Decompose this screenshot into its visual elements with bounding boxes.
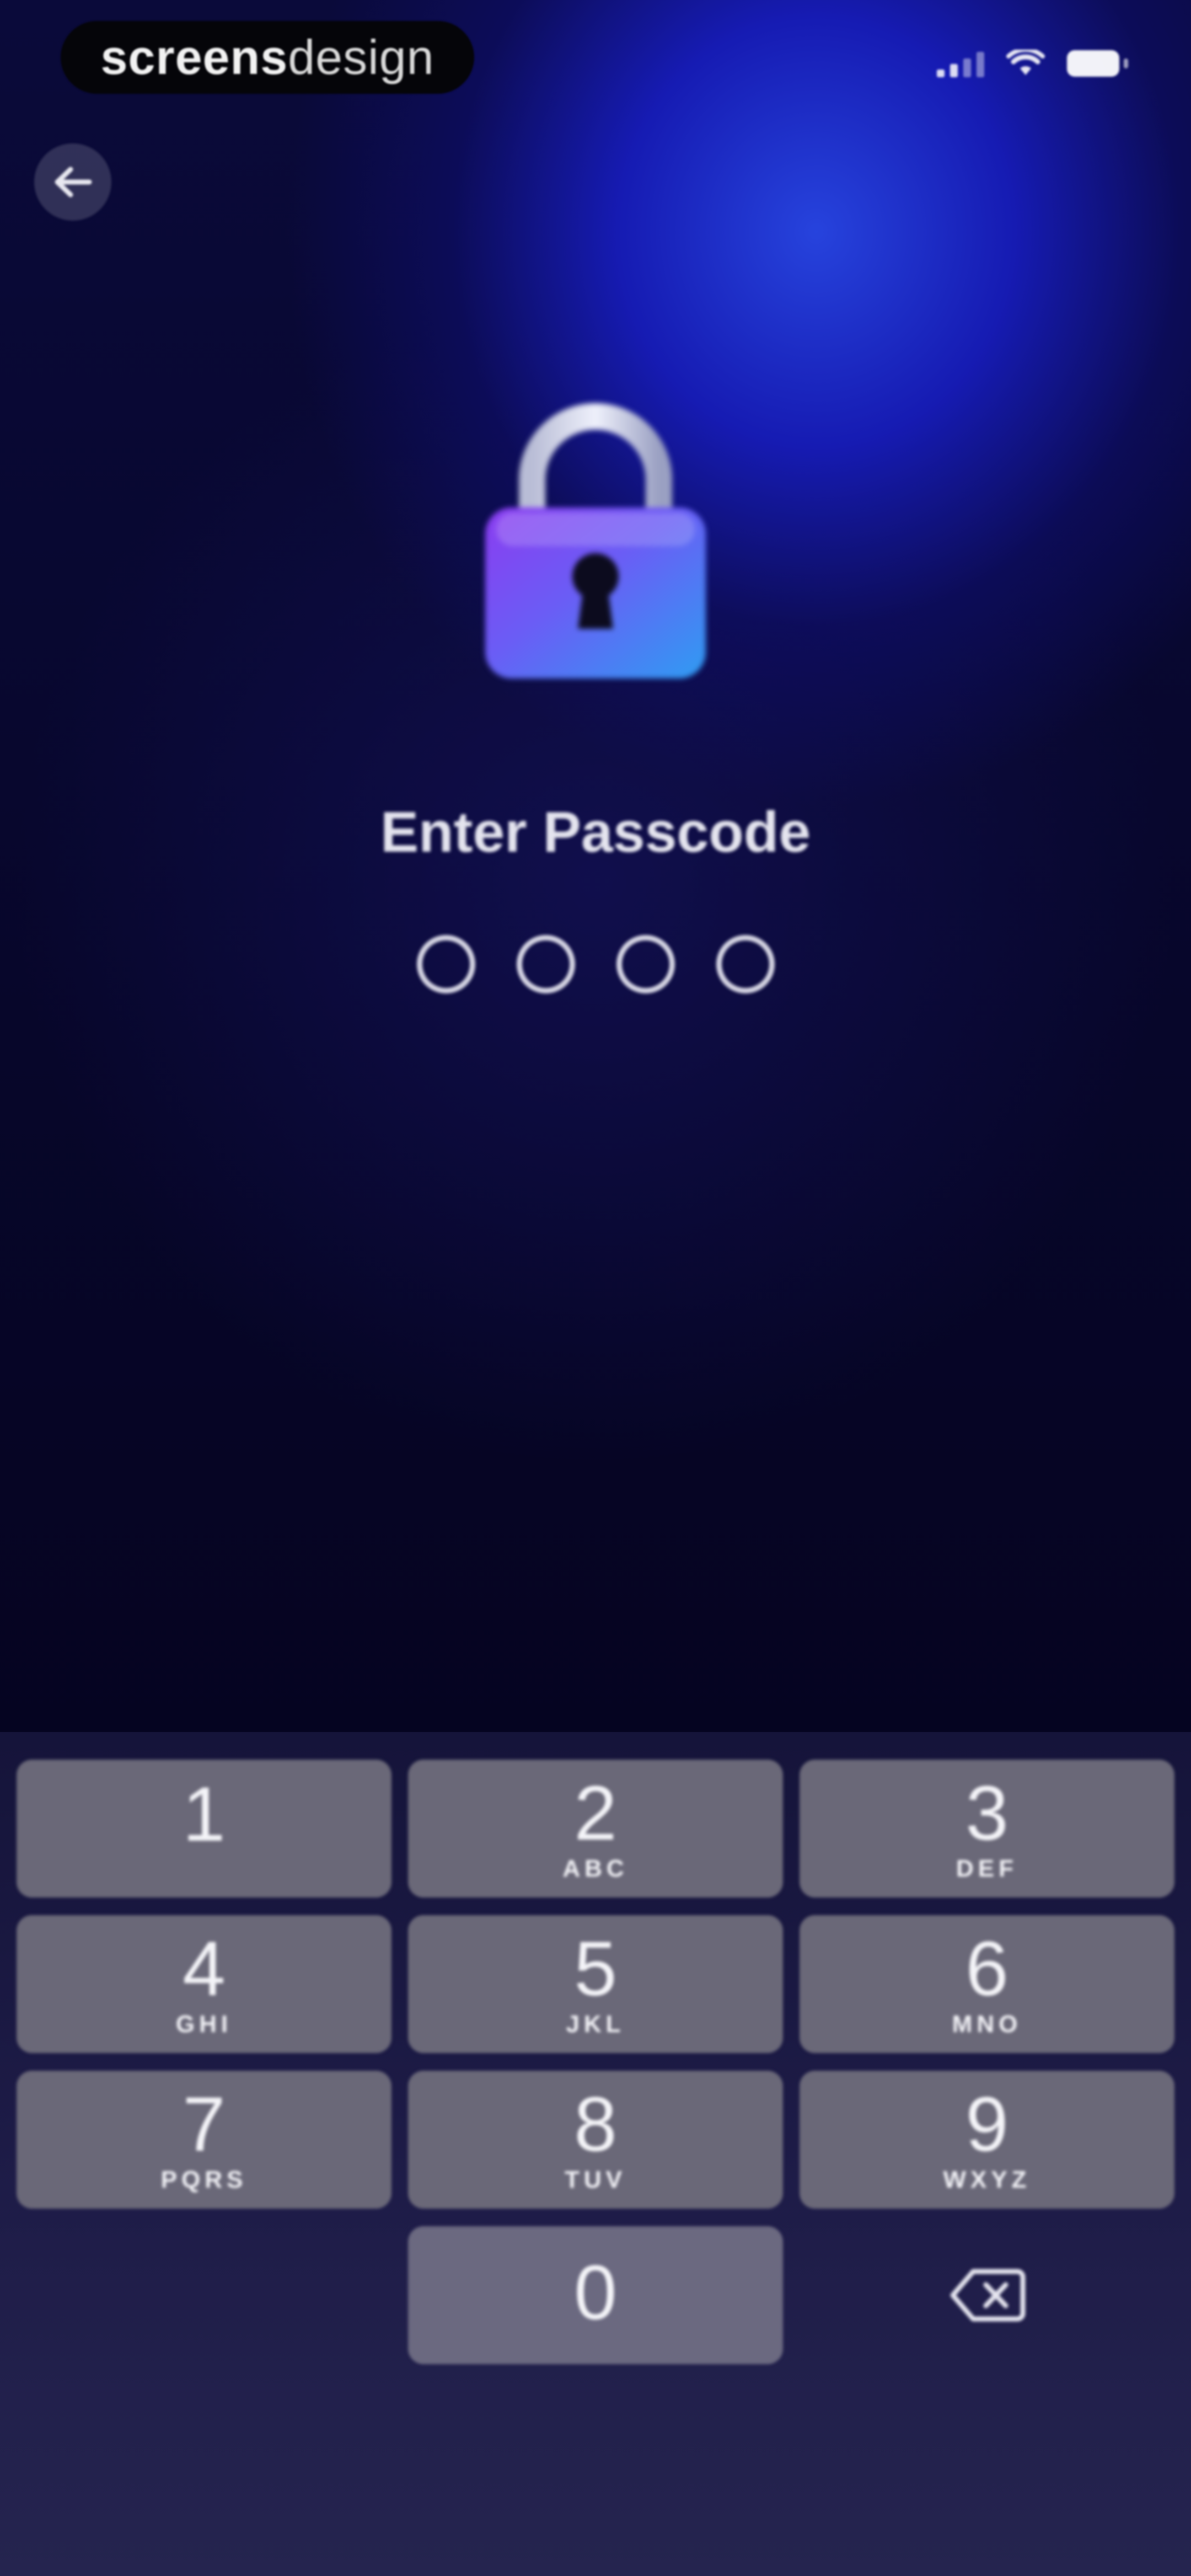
key-letters: ABC — [562, 1855, 629, 1882]
key-0[interactable]: 0 — [408, 2226, 783, 2364]
back-button[interactable] — [34, 143, 111, 221]
passcode-dot — [616, 935, 675, 993]
key-digit: 7 — [183, 2081, 226, 2167]
key-letters: WXYZ — [943, 2166, 1031, 2193]
key-4[interactable]: 4 GHI — [17, 1915, 391, 2053]
key-8[interactable]: 8 TUV — [408, 2071, 783, 2209]
page-title: Enter Passcode — [380, 800, 811, 864]
key-digit: 9 — [965, 2081, 1008, 2167]
arrow-left-icon — [55, 167, 92, 197]
battery-icon — [1067, 50, 1128, 77]
delete-button[interactable] — [800, 2226, 1174, 2364]
key-digit: 1 — [183, 1771, 226, 1857]
brand-bold-text: screens — [100, 30, 288, 84]
key-3[interactable]: 3 DEF — [800, 1760, 1174, 1898]
key-digit: 0 — [574, 2249, 617, 2335]
key-2[interactable]: 2 ABC — [408, 1760, 783, 1898]
key-letters: MNO — [952, 2011, 1022, 2038]
padlock-icon — [485, 403, 706, 678]
key-7[interactable]: 7 PQRS — [17, 2071, 391, 2209]
key-1[interactable]: 1 — [17, 1760, 391, 1898]
key-digit: 5 — [574, 1925, 617, 2012]
brand-watermark: screens design — [61, 21, 474, 94]
key-digit: 6 — [965, 1925, 1008, 2012]
key-9[interactable]: 9 WXYZ — [800, 2071, 1174, 2209]
cellular-signal-icon — [937, 50, 984, 77]
passcode-dot — [516, 935, 575, 993]
passcode-dots — [0, 935, 1191, 993]
backspace-icon — [950, 2269, 1026, 2322]
key-letters: JKL — [566, 2011, 625, 2038]
numeric-keypad: 1 2 ABC 3 DEF 4 GHI 5 JKL 6 MNO 7 PQRS 8… — [17, 1760, 1174, 2364]
brand-light-text: design — [288, 30, 434, 84]
key-letters: TUV — [565, 2166, 626, 2193]
passcode-dot — [716, 935, 775, 993]
status-bar-icons — [937, 50, 1128, 77]
key-5[interactable]: 5 JKL — [408, 1915, 783, 2053]
key-digit: 4 — [183, 1925, 226, 2012]
key-letters: DEF — [956, 1855, 1018, 1882]
key-digit: 3 — [965, 1770, 1008, 1856]
key-letters: GHI — [175, 2011, 233, 2038]
passcode-dot — [416, 935, 475, 993]
wifi-icon — [1006, 50, 1045, 75]
key-digit: 8 — [574, 2081, 617, 2167]
key-6[interactable]: 6 MNO — [800, 1915, 1174, 2053]
key-letters: PQRS — [160, 2166, 248, 2193]
key-digit: 2 — [574, 1770, 617, 1856]
key-empty — [17, 2226, 391, 2364]
